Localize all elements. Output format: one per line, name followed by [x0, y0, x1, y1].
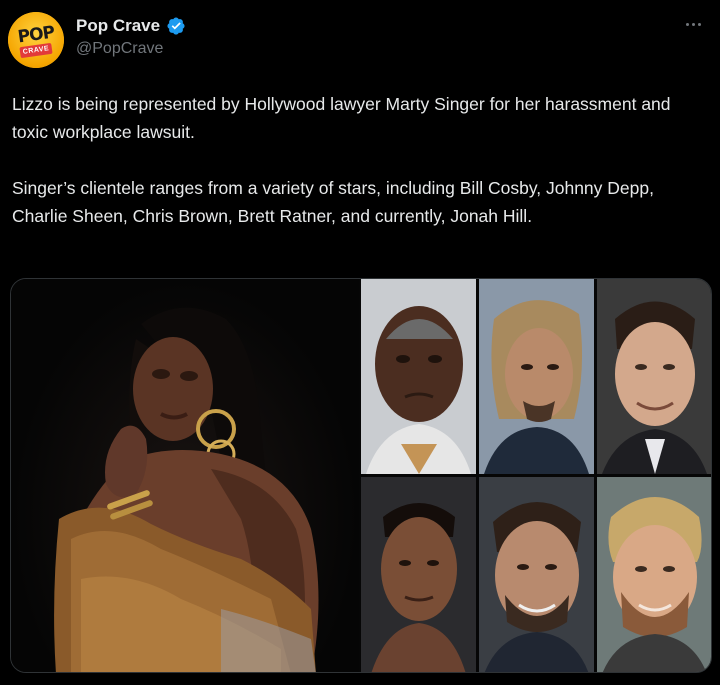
tweet-text: Lizzo is being represented by Hollywood …: [12, 90, 702, 230]
grid-photo-2[interactable]: [479, 279, 594, 474]
tweet: POP CRAVE Pop Crave @PopCrave Lizzo is b…: [0, 0, 720, 685]
portrait-image: [597, 477, 711, 672]
display-name[interactable]: Pop Crave: [76, 16, 160, 36]
verified-badge-icon: [167, 17, 185, 35]
portrait-image: [361, 279, 476, 474]
portrait-image: [479, 279, 594, 474]
handle[interactable]: @PopCrave: [76, 40, 163, 58]
grid-photo-3[interactable]: [597, 279, 711, 474]
tweet-paragraph-1: Lizzo is being represented by Hollywood …: [12, 94, 671, 142]
portrait-image: [479, 477, 594, 672]
media-photo-main[interactable]: [11, 279, 359, 672]
grid-photo-6[interactable]: [597, 477, 711, 672]
grid-photo-1[interactable]: [361, 279, 476, 474]
tweet-media[interactable]: [10, 278, 712, 673]
tweet-paragraph-2: Singer’s clientele ranges from a variety…: [12, 178, 654, 226]
main-portrait-image: [54, 307, 319, 672]
media-photo-grid: [361, 279, 711, 672]
more-options-icon[interactable]: [680, 14, 706, 34]
portrait-image: [597, 279, 711, 474]
grid-photo-5[interactable]: [479, 477, 594, 672]
avatar[interactable]: POP CRAVE: [8, 12, 64, 68]
grid-photo-4[interactable]: [361, 477, 476, 672]
portrait-image: [361, 477, 476, 672]
author-name-row: Pop Crave: [76, 14, 186, 38]
